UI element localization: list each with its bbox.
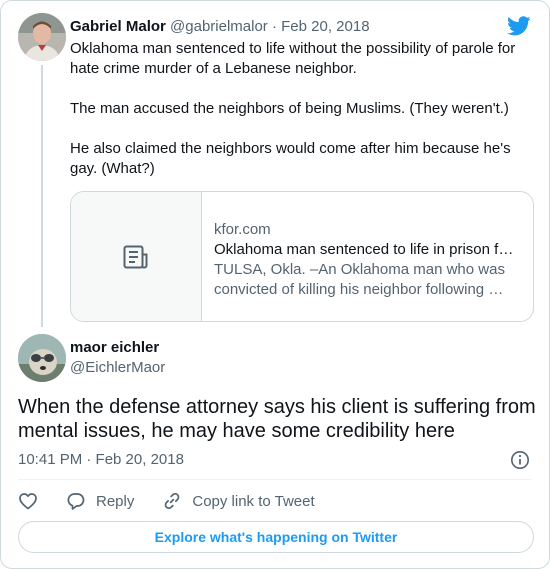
link-title: Oklahoma man sentenced to life in prison… (214, 241, 521, 258)
parent-tweet-text: Oklahoma man sentenced to life without t… (70, 39, 530, 179)
author-handle[interactable]: @EichlerMaor (70, 358, 165, 378)
link-description: convicted of killing his neighbor follow… (214, 281, 504, 298)
reply-icon (67, 493, 85, 510)
copy-link-label: Copy link to Tweet (192, 492, 315, 510)
link-preview-thumbnail (71, 192, 202, 321)
link-description: TULSA, Okla. –An Oklahoma man who was (214, 261, 505, 278)
twitter-bird-icon[interactable] (507, 16, 531, 36)
tweet-paragraph: Oklahoma man sentenced to life without t… (70, 40, 516, 77)
tweet-date[interactable]: Feb 20, 2018 (281, 18, 369, 35)
reply-tweet-header: maor eichler @EichlerMaor (70, 338, 165, 378)
link-icon (165, 493, 180, 509)
tweet-paragraph: He also claimed the neighbors would come… (70, 140, 511, 177)
tweet-paragraph: The man accused the neighbors of being M… (70, 100, 509, 117)
reply-label: Reply (96, 492, 135, 510)
reply-tweet-text: When the defense attorney says his clien… (18, 396, 536, 442)
link-preview-card[interactable]: kfor.com Oklahoma man sentenced to life … (70, 191, 534, 322)
tweet-embed-card: Gabriel Malor @gabrielmalor · Feb 20, 20… (0, 0, 550, 569)
meta-separator: · (271, 18, 277, 35)
link-preview-text: kfor.com Oklahoma man sentenced to life … (202, 192, 533, 321)
explore-twitter-button[interactable]: Explore what's happening on Twitter (18, 521, 534, 553)
article-icon (123, 245, 148, 268)
author-name[interactable]: Gabriel Malor (70, 18, 166, 35)
thread-connector (41, 65, 43, 327)
avatar[interactable] (18, 334, 66, 382)
heart-icon (19, 493, 37, 510)
tweet-actions: Reply Copy link to Tweet (18, 490, 343, 512)
author-handle[interactable]: @gabrielmalor (170, 18, 268, 35)
author-name[interactable]: maor eichler (70, 338, 165, 358)
divider (18, 479, 532, 480)
copy-link-button[interactable]: Copy link to Tweet (162, 491, 315, 511)
link-domain: kfor.com (214, 221, 271, 238)
avatar[interactable] (18, 13, 66, 61)
parent-tweet-header: Gabriel Malor @gabrielmalor · Feb 20, 20… (70, 17, 370, 37)
info-icon[interactable] (510, 450, 530, 470)
tweet-timestamp[interactable]: 10:41 PM · Feb 20, 2018 (18, 450, 184, 470)
reply-button[interactable]: Reply (66, 491, 134, 511)
like-button[interactable] (18, 491, 38, 511)
